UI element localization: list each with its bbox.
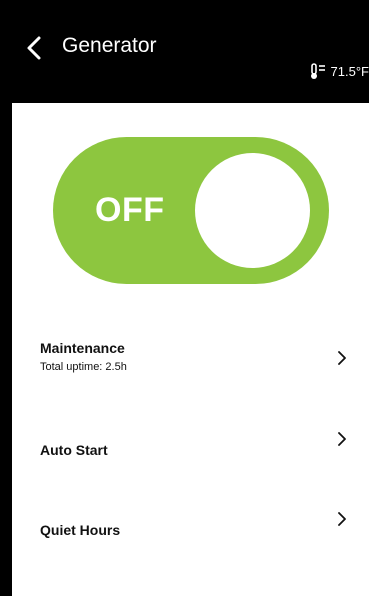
- maintenance-subtitle: Total uptime: 2.5h: [40, 361, 127, 373]
- chevron-left-icon: [27, 36, 41, 60]
- main-content: OFF Maintenance Total uptime: 2.5h Auto …: [10, 103, 369, 596]
- app-frame: Generator 71.5°F OFF Maintenance Total u…: [10, 0, 369, 596]
- maintenance-title: Maintenance: [40, 340, 125, 356]
- toggle-state-label: OFF: [95, 191, 165, 229]
- menu-item-quiet-hours[interactable]: Quiet Hours: [10, 505, 369, 555]
- toggle-knob[interactable]: [195, 153, 310, 268]
- menu-item-auto-start[interactable]: Auto Start: [10, 425, 369, 475]
- header-bar: Generator 71.5°F: [10, 0, 369, 103]
- chevron-right-icon: [338, 512, 346, 526]
- temperature-readout: 71.5°F: [309, 63, 369, 80]
- temperature-value: 71.5°F: [330, 64, 369, 79]
- thermometer-icon: [310, 63, 325, 79]
- power-toggle[interactable]: OFF: [53, 137, 329, 284]
- back-button[interactable]: [22, 34, 48, 62]
- chevron-right-icon: [338, 351, 346, 365]
- chevron-right-icon: [338, 432, 346, 446]
- page-title: Generator: [62, 34, 157, 57]
- menu-item-maintenance[interactable]: Maintenance Total uptime: 2.5h: [10, 328, 369, 388]
- quiet-hours-title: Quiet Hours: [40, 522, 121, 538]
- auto-start-title: Auto Start: [40, 442, 108, 458]
